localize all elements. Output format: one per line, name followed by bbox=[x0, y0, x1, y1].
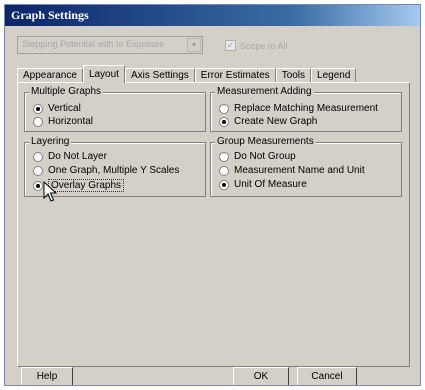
radio-vertical[interactable]: Vertical bbox=[33, 103, 81, 114]
graph-settings-dialog: Graph Settings Stepping Potential with t… bbox=[4, 4, 421, 386]
radio-overlay-graphs-label: Overlay Graphs bbox=[48, 179, 125, 192]
radio-button-icon[interactable] bbox=[219, 165, 229, 176]
radio-do-not-group-label: Do Not Group bbox=[234, 151, 296, 162]
measurement-adding-group: Measurement Adding Replace Matching Meas… bbox=[210, 86, 402, 132]
tab-layout[interactable]: Layout bbox=[82, 65, 125, 83]
multiple-graphs-group: Multiple Graphs Vertical Horizontal bbox=[24, 86, 206, 132]
radio-horizontal[interactable]: Horizontal bbox=[33, 116, 93, 127]
radio-vertical-label: Vertical bbox=[48, 103, 81, 114]
radio-do-not-layer-label: Do Not Layer bbox=[48, 151, 107, 162]
cancel-button[interactable]: Cancel bbox=[297, 367, 357, 385]
radio-one-graph-multiple-y-label: One Graph, Multiple Y Scales bbox=[48, 165, 180, 176]
radio-button-icon[interactable] bbox=[219, 179, 229, 190]
tab-error-estimates[interactable]: Error Estimates bbox=[194, 68, 276, 83]
scope-checkbox-label: Scope to All bbox=[240, 40, 288, 51]
mouse-pointer-icon bbox=[43, 181, 57, 202]
radio-replace-matching[interactable]: Replace Matching Measurement bbox=[219, 103, 378, 114]
group-measurements-title: Group Measurements bbox=[215, 136, 316, 147]
radio-button-icon[interactable] bbox=[33, 116, 43, 127]
radio-do-not-group[interactable]: Do Not Group bbox=[219, 151, 296, 162]
radio-button-icon[interactable] bbox=[219, 103, 229, 114]
layout-tab-panel: Multiple Graphs Vertical Horizontal Meas… bbox=[17, 82, 410, 367]
tab-tools[interactable]: Tools bbox=[275, 68, 312, 83]
radio-one-graph-multiple-y[interactable]: One Graph, Multiple Y Scales bbox=[33, 165, 179, 176]
radio-unit-of-measure-label: Unit Of Measure bbox=[234, 179, 307, 190]
multiple-graphs-title: Multiple Graphs bbox=[29, 86, 104, 97]
tab-strip: Appearance Layout Axis Settings Error Es… bbox=[17, 65, 357, 83]
radio-horizontal-label: Horizontal bbox=[48, 116, 94, 127]
radio-button-icon[interactable] bbox=[219, 116, 229, 127]
radio-create-new-graph-label: Create New Graph bbox=[234, 116, 318, 127]
radio-button-icon[interactable] bbox=[33, 180, 43, 191]
radio-measurement-name-unit[interactable]: Measurement Name and Unit bbox=[219, 165, 365, 176]
radio-unit-of-measure[interactable]: Unit Of Measure bbox=[219, 179, 307, 190]
tab-appearance[interactable]: Appearance bbox=[17, 68, 83, 83]
scope-checkbox[interactable]: ✓ Scope to All bbox=[225, 40, 288, 51]
radio-button-icon[interactable] bbox=[219, 151, 229, 162]
tab-axis-settings[interactable]: Axis Settings bbox=[124, 68, 195, 83]
radio-measurement-name-unit-label: Measurement Name and Unit bbox=[234, 165, 365, 176]
radio-button-icon[interactable] bbox=[33, 165, 43, 176]
ok-button[interactable]: OK bbox=[233, 367, 289, 385]
help-button[interactable]: Help bbox=[21, 367, 73, 385]
radio-button-icon[interactable] bbox=[33, 103, 43, 114]
tab-legend[interactable]: Legend bbox=[311, 68, 357, 83]
title-bar[interactable]: Graph Settings bbox=[5, 5, 420, 26]
radio-do-not-layer[interactable]: Do Not Layer bbox=[33, 151, 107, 162]
measurement-combo[interactable]: Stepping Potential with te Exposure ▼ bbox=[17, 36, 203, 54]
chevron-down-icon[interactable]: ▼ bbox=[187, 38, 201, 52]
window-title: Graph Settings bbox=[11, 8, 89, 22]
radio-create-new-graph[interactable]: Create New Graph bbox=[219, 116, 317, 127]
radio-replace-matching-label: Replace Matching Measurement bbox=[234, 103, 378, 114]
layering-title: Layering bbox=[29, 136, 72, 147]
measurement-adding-title: Measurement Adding bbox=[215, 86, 314, 97]
checkmark-icon[interactable]: ✓ bbox=[225, 40, 236, 51]
measurement-combo-value: Stepping Potential with te Exposure bbox=[22, 39, 165, 49]
group-measurements-group: Group Measurements Do Not Group Measurem… bbox=[210, 136, 402, 197]
radio-button-icon[interactable] bbox=[33, 151, 43, 162]
